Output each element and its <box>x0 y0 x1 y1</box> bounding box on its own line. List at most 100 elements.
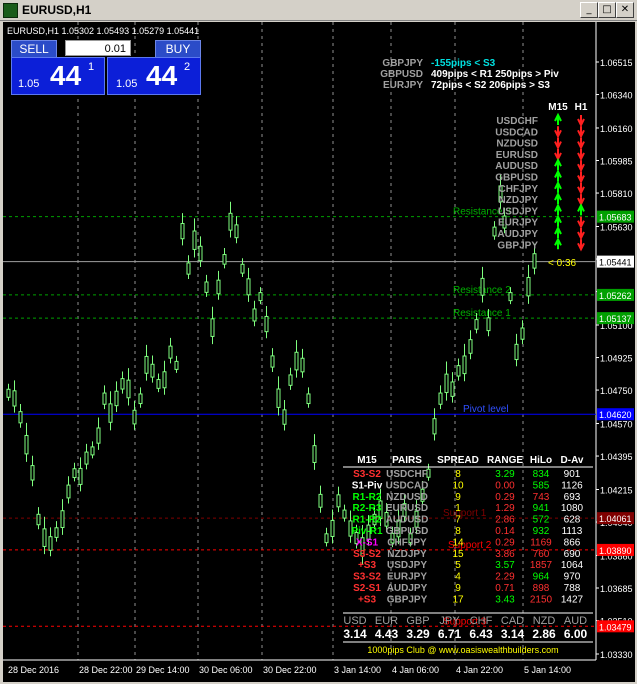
candle-body <box>210 318 215 337</box>
pairs-row-m15: Piv-R1 <box>351 526 383 537</box>
arrow-up-icon <box>554 237 562 250</box>
candle-body <box>438 392 443 405</box>
candle-body <box>318 493 323 508</box>
pairs-row-hilo: 572 <box>533 515 550 526</box>
arrow-down-icon <box>577 160 585 173</box>
candle-body <box>514 343 519 361</box>
pairs-row-spread: 4 <box>455 572 461 583</box>
candle-body <box>282 409 287 425</box>
arrow-up-icon <box>577 203 585 216</box>
candle-body <box>480 277 485 296</box>
pairs-table-header: RANGE <box>487 455 523 466</box>
candle-body <box>192 230 197 250</box>
pairs-row-hilo: 743 <box>533 492 550 503</box>
candle-body <box>72 468 77 479</box>
pivot-info-pair: GBPUSD <box>380 69 423 80</box>
pairs-row-spread: 14 <box>452 537 464 548</box>
pairs-row-spread: 1 <box>455 503 461 514</box>
chart-symbol-header: EURUSD,H1 1.05302 1.05493 1.05279 1.0544… <box>7 26 199 36</box>
arrow-up-icon <box>554 112 562 125</box>
candle-body <box>288 374 293 386</box>
pairs-row-m15: S3-S2 <box>353 469 381 480</box>
candle-body <box>462 355 467 375</box>
price-axis-label: 1.03685 <box>600 584 633 594</box>
candle-body <box>234 224 239 239</box>
pairs-row-m15: S3-S2 <box>353 549 381 560</box>
pairs-row-spread: 5 <box>455 560 461 571</box>
chart-area[interactable]: 28 Dec 2016 28 Dec 22:00 29 Dec 14:00 30 De… <box>3 22 635 682</box>
pairs-table-header: PAIRS <box>392 455 422 466</box>
candle-body <box>532 253 537 269</box>
price-marker-label: 1.05683 <box>599 213 632 223</box>
pairs-row-dav: 1126 <box>561 480 583 491</box>
buy-button[interactable]: BUY <box>155 40 201 58</box>
strength-header: EUR <box>375 615 398 627</box>
pairs-row-range: 3.43 <box>495 594 515 605</box>
window-titlebar[interactable]: EURUSD,H1 _ □ ✕ <box>0 0 637 21</box>
time-axis-label: 4 Jan 22:00 <box>456 665 503 675</box>
candle-body <box>138 393 143 405</box>
candle-body <box>456 365 461 377</box>
pairs-row-hilo: 760 <box>533 549 550 560</box>
candle-body <box>258 292 263 302</box>
pairs-row-hilo: 834 <box>533 469 550 480</box>
pairs-row-m15: S3-S2 <box>353 572 381 583</box>
candle-body <box>306 393 311 405</box>
price-axis-label: 1.04215 <box>600 486 633 496</box>
trend-header-m15: M15 <box>548 102 568 113</box>
arrow-down-icon <box>577 115 585 128</box>
minimize-button[interactable]: _ <box>580 2 598 18</box>
maximize-button[interactable]: □ <box>598 2 616 18</box>
pairs-row-dav: 1080 <box>561 503 584 514</box>
price-axis-label: 1.04570 <box>600 420 633 430</box>
candle-body <box>222 254 227 265</box>
time-axis-label: 28 Dec 2016 <box>8 665 59 675</box>
candle-body <box>24 434 29 455</box>
support-1-line-label: Support 1 <box>443 508 487 519</box>
strength-value: 6.71 <box>438 627 462 641</box>
pairs-row-pair: AUDUSD <box>386 515 429 526</box>
candle-body <box>180 223 185 240</box>
arrow-down-icon <box>554 137 562 150</box>
candle-body <box>108 403 113 423</box>
candle-body <box>156 379 161 389</box>
pairs-row-m15: R2-R3 <box>353 503 382 514</box>
pairs-row-range: 0.29 <box>495 492 515 503</box>
candle-body <box>312 445 317 463</box>
price-marker-label: 1.05441 <box>599 258 632 268</box>
pairs-row-range: 3.57 <box>495 560 515 571</box>
candle-body <box>342 509 347 519</box>
pairs-row-dav: 1427 <box>561 594 584 605</box>
arrow-up-icon <box>554 203 562 216</box>
pairs-row-pair: NZDUSD <box>386 492 428 503</box>
candle-body <box>174 360 179 370</box>
trend-pair-label: USDCHF <box>496 116 538 127</box>
pivot-info-pair: GBPJPY <box>382 58 423 69</box>
pairs-row-range: 0.29 <box>495 537 515 548</box>
pairs-row-m15: R1-R2 <box>353 515 382 526</box>
pairs-row-spread: 17 <box>452 594 464 605</box>
candle-body <box>150 363 155 378</box>
candle-body <box>468 339 473 354</box>
trend-header-h1: H1 <box>575 102 588 113</box>
buy-panel[interactable]: BUY 1.05 44 2 <box>107 40 201 95</box>
candle-body <box>168 345 173 359</box>
candle-body <box>474 319 479 330</box>
pairs-row-hilo: 1169 <box>530 537 552 548</box>
trend-pair-label: AUDUSD <box>495 161 538 172</box>
price-chart[interactable]: 28 Dec 2016 28 Dec 22:00 29 Dec 14:00 30 De… <box>3 22 635 682</box>
strength-header: CAD <box>501 615 524 627</box>
window-title: EURUSD,H1 <box>22 3 92 17</box>
strength-value: 6.00 <box>564 627 588 641</box>
pivot-info-text: 72pips < S2 206pips > S3 <box>431 80 550 91</box>
pairs-row-range: 3.29 <box>495 469 515 480</box>
close-button[interactable]: ✕ <box>616 2 634 18</box>
pairs-row-dav: 866 <box>564 537 581 548</box>
sell-button[interactable]: SELL <box>11 40 57 58</box>
pairs-row-pair: GBPUSD <box>386 526 429 537</box>
price-axis-label: 1.06340 <box>600 91 633 101</box>
sell-quote[interactable]: 1.05 44 1 <box>11 57 105 95</box>
strength-value: 3.29 <box>406 627 430 641</box>
pairs-row-dav: 901 <box>564 469 581 480</box>
buy-quote[interactable]: 1.05 44 2 <box>107 57 201 95</box>
